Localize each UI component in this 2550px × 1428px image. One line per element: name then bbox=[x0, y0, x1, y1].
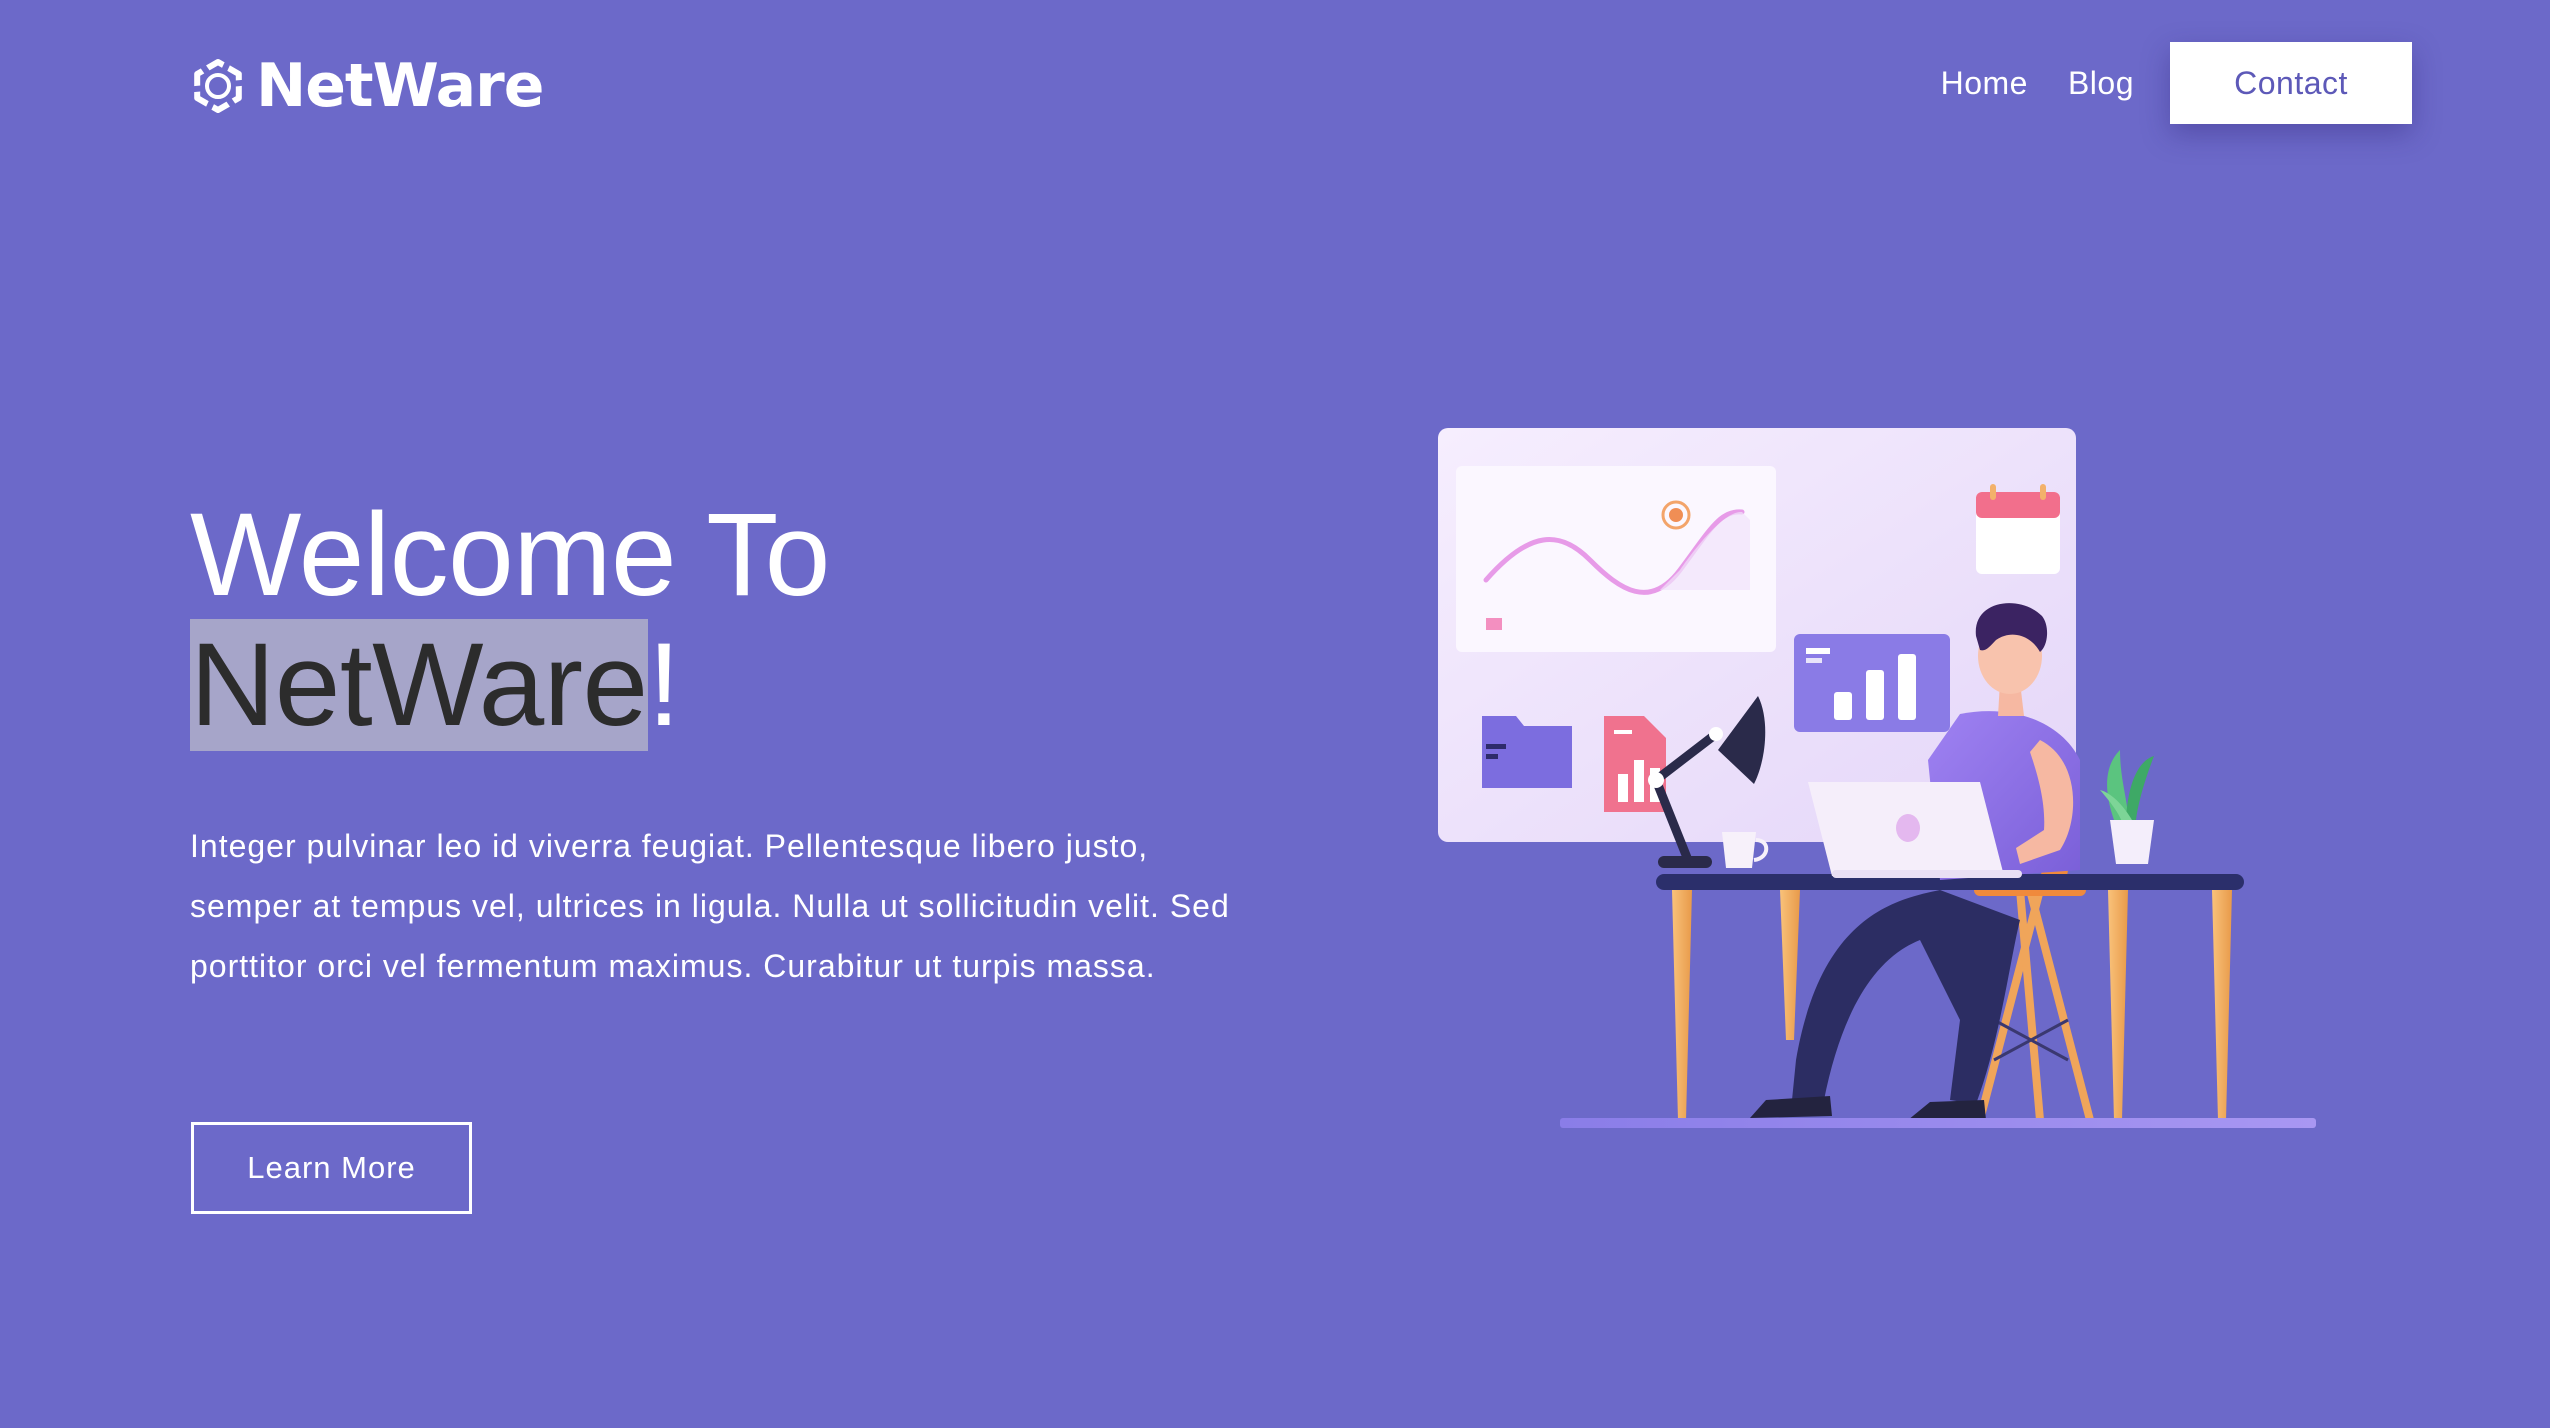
learn-more-button[interactable]: Learn More bbox=[191, 1122, 472, 1214]
brand-logo[interactable]: NetWare bbox=[190, 51, 544, 121]
hero-description: Integer pulvinar leo id viverra feugiat.… bbox=[190, 828, 1230, 984]
contact-button[interactable]: Contact bbox=[2170, 42, 2412, 124]
potted-plant bbox=[2100, 750, 2154, 864]
brand-name: NetWare bbox=[256, 51, 544, 121]
landing-page: NetWare Home Blog Contact Welcome To Net… bbox=[0, 0, 2550, 1428]
nav-blog-link[interactable]: Blog bbox=[2068, 65, 2134, 102]
hero-title-suffix: ! bbox=[647, 619, 681, 751]
main-nav: Home Blog Contact bbox=[1941, 42, 2412, 124]
person-at-desk-illustration bbox=[1438, 428, 2316, 1128]
aperture-logo-icon bbox=[190, 58, 246, 114]
hero-title: Welcome To NetWare! bbox=[190, 489, 830, 751]
hero-title-line1: Welcome To bbox=[190, 489, 830, 621]
nav-home-link[interactable]: Home bbox=[1941, 65, 2028, 102]
hero-title-highlight: NetWare bbox=[190, 619, 648, 751]
